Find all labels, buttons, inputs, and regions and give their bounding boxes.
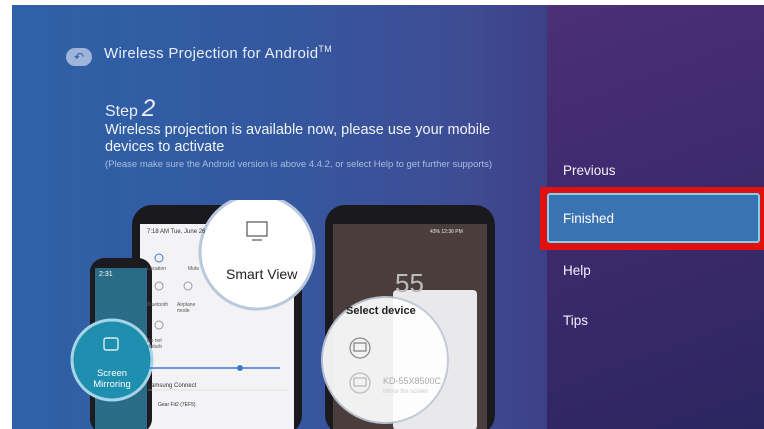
menu-help[interactable]: Help [563,263,591,278]
back-arrow-icon: ↶ [73,50,85,64]
menu-tips[interactable]: Tips [563,313,588,328]
menu-previous[interactable]: Previous [563,163,616,178]
menu-finished[interactable]: Finished [547,193,760,243]
device-gear-fit: Gear Fit2 (7EF5) [158,402,196,408]
instruction-note: (Please make sure the Android version is… [105,159,493,170]
tile-bluetooth: Bluetooth [147,302,169,308]
back-button[interactable]: ↶ [66,48,92,66]
page-title: Wireless Projection for AndroidTM [104,44,332,62]
phone-status: 7:18 AM Tue, June 26 [147,229,206,235]
menu-finished-label: Finished [563,211,615,226]
tile-mute: Mute [188,266,200,272]
right-phone-status: 43% 12:36 PM [430,229,463,235]
right-phone-number: 55 [395,268,424,298]
tile-airplane: Airplane mode [177,302,196,314]
tile-dnd: Do not disturb [147,338,163,350]
tile-location: Location [147,266,166,272]
step-number: 2 [141,95,156,122]
instruction-message: Wireless projection is available now, pl… [105,122,491,155]
smart-view-label: Smart View [226,266,298,282]
screen-mirroring-label: Screen Mirroring [93,368,131,390]
device-sub: Mirror the screen [383,389,429,395]
device-name: KD-55X8500C [383,376,442,386]
select-device-title: Select device [346,305,416,317]
step-label: Step 2 [105,95,156,122]
small-phone-time: 2:31 [99,271,113,278]
samsung-connect: Samsung Connect [147,383,197,389]
